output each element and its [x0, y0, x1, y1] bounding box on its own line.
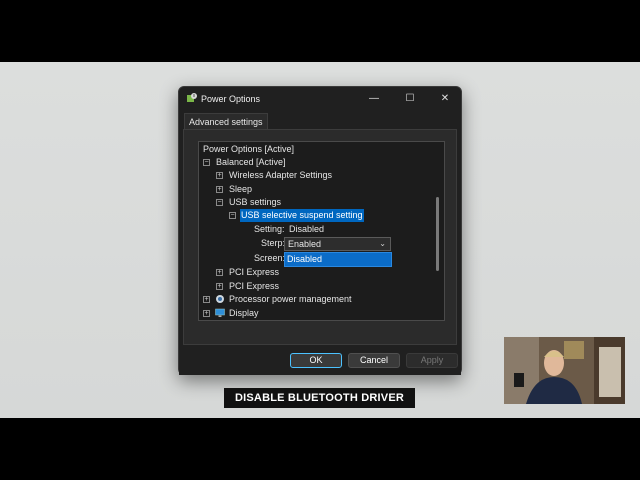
video-letterbox-bottom — [0, 418, 640, 480]
power-options-app-icon — [187, 93, 197, 102]
tree-item-label-selected: USB selective suspend setting — [240, 209, 364, 222]
tree-item-display[interactable]: + Display — [203, 307, 293, 320]
tree-item-label: Display — [229, 308, 259, 318]
video-caption: DISABLE BLUETOOTH DRIVER — [224, 388, 415, 408]
expand-icon[interactable]: + — [203, 296, 210, 303]
setting-label: Setting: — [254, 224, 285, 234]
tree-item-label: PCI Express — [229, 267, 280, 277]
sterp-value-select[interactable]: Enabled ⌄ — [284, 237, 391, 251]
settings-tree[interactable]: Power Options [Active] − Balanced [Activ… — [198, 141, 445, 321]
video-letterbox-top — [0, 0, 640, 62]
ok-button[interactable]: OK — [290, 353, 342, 368]
dropdown-option-highlighted[interactable]: Disabled — [284, 252, 392, 267]
tree-item-usb-selective-suspend[interactable]: − USB selective suspend setting — [229, 209, 409, 222]
dropdown-option-label: Disabled — [287, 254, 323, 264]
tree-item-usb-settings[interactable]: − USB settings — [216, 196, 306, 209]
expand-icon[interactable]: + — [216, 283, 223, 290]
maximize-icon[interactable]: ☐ — [401, 91, 419, 107]
tree-item-balanced[interactable]: − Balanced [Active] — [203, 156, 293, 169]
minimize-icon[interactable]: — — [365, 91, 383, 107]
tree-item-label: Power Options [Active] — [203, 144, 295, 154]
tree-scrollbar-thumb[interactable] — [436, 197, 439, 271]
tree-item-label: Processor power management — [229, 294, 352, 304]
expand-icon[interactable]: + — [216, 186, 223, 193]
tree-item-processor-power[interactable]: + Processor power management — [203, 293, 403, 306]
tree-item-label: USB settings — [229, 197, 282, 207]
tab-advanced-settings[interactable]: Advanced settings — [184, 113, 268, 130]
collapse-icon[interactable]: − — [203, 159, 210, 166]
power-options-dialog: Power Options — ☐ ✕ Advanced settings Po… — [178, 86, 462, 375]
presenter-image — [504, 337, 625, 404]
apply-button[interactable]: Apply — [406, 353, 458, 368]
setting-row-setting[interactable]: Setting: Disabled — [254, 223, 374, 236]
tree-item-pci-express-2[interactable]: + PCI Express — [216, 280, 306, 293]
display-icon — [215, 308, 225, 317]
window-title: Power Options — [201, 94, 261, 104]
cancel-button[interactable]: Cancel — [348, 353, 400, 368]
setting-row-screen: Screen: — [254, 252, 286, 265]
tree-item-label: Wireless Adapter Settings — [229, 170, 333, 180]
tree-item-label: PCI Express — [229, 281, 280, 291]
tree-item-sleep[interactable]: + Sleep — [216, 183, 276, 196]
setting-label: Sterp: — [261, 238, 286, 248]
select-current-value: Enabled — [288, 239, 322, 249]
tree-item-wireless-adapter[interactable]: + Wireless Adapter Settings — [216, 169, 416, 182]
close-icon[interactable]: ✕ — [436, 91, 454, 107]
collapse-icon[interactable]: − — [216, 199, 223, 206]
setting-value: Disabled — [289, 224, 325, 234]
expand-icon[interactable]: + — [216, 269, 223, 276]
expand-icon[interactable]: + — [203, 310, 210, 317]
title-bar[interactable]: Power Options — ☐ ✕ — [179, 87, 461, 111]
setting-label: Screen: — [254, 253, 286, 263]
collapse-icon[interactable]: − — [229, 212, 236, 219]
tree-item-label: Sleep — [229, 184, 253, 194]
tree-item-pci-express[interactable]: + PCI Express — [216, 266, 306, 279]
chevron-down-icon: ⌄ — [379, 239, 386, 248]
presenter-webcam-overlay — [504, 337, 625, 404]
expand-icon[interactable]: + — [216, 172, 223, 179]
processor-icon — [216, 295, 224, 303]
tree-item-label: Balanced [Active] — [216, 157, 286, 167]
